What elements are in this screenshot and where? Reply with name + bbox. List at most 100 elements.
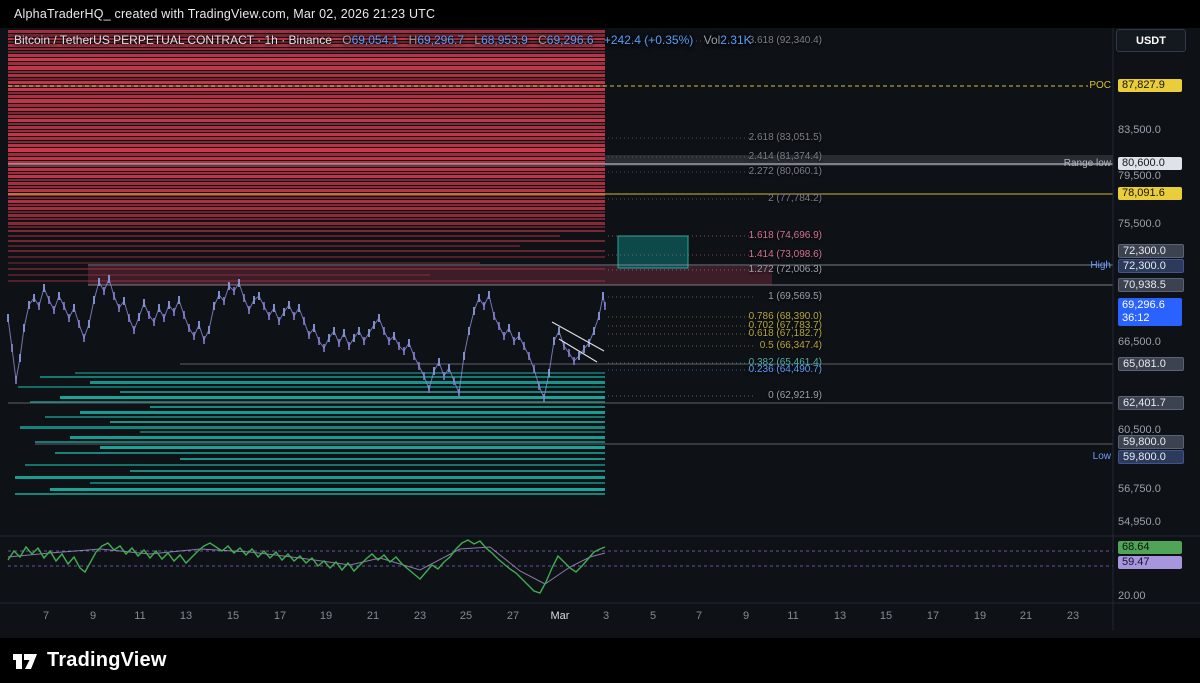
liquidity-bar-teal bbox=[18, 386, 605, 388]
liquidity-bar-red bbox=[8, 130, 605, 132]
time-axis-label: 17 bbox=[273, 610, 287, 622]
time-axis-label: 23 bbox=[413, 610, 427, 622]
liquidity-bar-red bbox=[8, 250, 605, 252]
price-tick-66500: 66,500.0 bbox=[1118, 336, 1174, 349]
liquidity-bar-red bbox=[8, 168, 605, 171]
level-72300-label: 72,300.0 bbox=[1118, 244, 1184, 258]
liquidity-bar-red bbox=[8, 214, 605, 217]
time-axis-label: 7 bbox=[695, 610, 703, 622]
liquidity-bar-red bbox=[8, 230, 605, 232]
liquidity-bar-red bbox=[8, 108, 605, 111]
fib-label: 1.272 (72,006.3) bbox=[748, 264, 822, 275]
level-70938-label: 70,938.5 bbox=[1118, 278, 1184, 292]
time-axis-label: 3 bbox=[602, 610, 610, 622]
tradingview-brand-text[interactable]: TradingView bbox=[47, 649, 167, 672]
liquidity-bar-red bbox=[8, 115, 605, 118]
time-axis-label: 7 bbox=[42, 610, 50, 622]
price-tick-56750: 56,750.0 bbox=[1118, 483, 1174, 496]
low-tag: Low bbox=[1092, 451, 1111, 462]
rsi-ma-value-label: 59.47 bbox=[1118, 556, 1182, 569]
liquidity-bar-red bbox=[8, 175, 605, 178]
close-label: C bbox=[538, 33, 547, 47]
liquidity-bar-red bbox=[8, 226, 605, 228]
time-axis-label: 13 bbox=[179, 610, 193, 622]
price-value: 69,296.6 36:12 bbox=[1118, 298, 1182, 326]
rsi-line bbox=[7, 539, 606, 594]
symbol-title[interactable]: Bitcoin / TetherUS PERPETUAL CONTRACT · … bbox=[14, 33, 332, 47]
rsi-ma-line bbox=[7, 546, 606, 585]
liquidity-bar-red bbox=[8, 204, 605, 206]
price-axis[interactable]: POC 87,827.9 83,500.0 Range low 80,600.0 79,5… bbox=[1064, 28, 1200, 630]
liquidity-bar-teal bbox=[140, 431, 605, 433]
open-value: 69,054.1 bbox=[351, 33, 399, 47]
time-axis-label: 19 bbox=[973, 610, 987, 622]
liquidity-bar-red bbox=[8, 78, 605, 80]
fib-label: 2.414 (81,374.4) bbox=[748, 151, 822, 162]
price-value: 59,800.0 bbox=[1118, 450, 1184, 464]
price-value: 70,938.5 bbox=[1118, 278, 1184, 292]
fib-label: 1.414 (73,098.6) bbox=[748, 249, 822, 260]
time-axis-label: 21 bbox=[366, 610, 380, 622]
volume-label: Vol bbox=[703, 33, 721, 47]
price-tick-54950: 54,950.0 bbox=[1118, 516, 1174, 529]
range-low-price-label: Range low 80,600.0 bbox=[1064, 157, 1182, 170]
liquidity-bar-red bbox=[8, 179, 605, 181]
price-tick-79500: 79,500.0 bbox=[1118, 170, 1174, 183]
liquidity-bar-teal bbox=[90, 482, 605, 484]
currency-toggle-button[interactable]: USDT bbox=[1116, 29, 1186, 52]
price-tick-83500: 83,500.0 bbox=[1118, 124, 1174, 137]
liquidity-bar-red bbox=[8, 141, 605, 143]
price-value: 62,401.7 bbox=[1118, 396, 1184, 410]
liquidity-bar-red bbox=[8, 62, 605, 65]
liquidity-bar-teal bbox=[25, 464, 605, 466]
liquidity-bar-teal bbox=[110, 421, 605, 423]
liquidity-bar-teal bbox=[45, 416, 605, 418]
liquidity-bar-teal bbox=[60, 396, 605, 399]
liquidity-bar-red bbox=[8, 74, 605, 77]
footer-bar: TradingView bbox=[0, 638, 1200, 683]
liquidity-bar-teal bbox=[130, 470, 605, 472]
price-value: 72,300.0 bbox=[1118, 259, 1184, 273]
price-value: 80,600.0 bbox=[1118, 157, 1182, 170]
liquidity-bar-red bbox=[8, 99, 605, 103]
high-tag: High bbox=[1090, 260, 1111, 271]
liquidity-bar-red bbox=[8, 200, 605, 203]
price-value: 20.00 bbox=[1118, 590, 1146, 602]
close-value: 69,296.6 bbox=[546, 33, 594, 47]
low-price-label: Low 59,800.0 bbox=[1093, 450, 1184, 464]
page-title: AlphaTraderHQ_ created with TradingView.… bbox=[14, 7, 436, 21]
tradingview-logo-icon[interactable] bbox=[12, 648, 38, 674]
liquidity-bar-red bbox=[8, 112, 605, 114]
liquidity-bar-red bbox=[8, 197, 605, 199]
price-value: 72,300.0 bbox=[1118, 244, 1184, 258]
fib-label: 0.5 (66,347.4) bbox=[759, 340, 822, 351]
liquidity-bar-teal bbox=[50, 488, 605, 491]
time-axis-label: 9 bbox=[742, 610, 750, 622]
liquidity-bar-teal bbox=[15, 493, 605, 495]
fib-label: 2.618 (83,051.5) bbox=[748, 132, 822, 143]
poc-price-label: POC 87,827.9 bbox=[1089, 79, 1182, 92]
price-value: 75,500.0 bbox=[1118, 218, 1161, 230]
liquidity-bar-red bbox=[8, 48, 605, 50]
time-axis-label: Mar bbox=[550, 610, 570, 622]
time-axis-label: 17 bbox=[926, 610, 940, 622]
liquidity-bar-red bbox=[8, 222, 605, 225]
high-price-label: High 72,300.0 bbox=[1090, 259, 1184, 273]
liquidity-bar-teal bbox=[90, 381, 605, 384]
liquidity-bar-red bbox=[8, 123, 605, 125]
price-value: 83,500.0 bbox=[1118, 124, 1161, 136]
liquidity-bar-teal bbox=[80, 411, 605, 414]
liquidity-bar-red bbox=[8, 95, 605, 98]
liquidity-bar-red bbox=[8, 211, 605, 213]
time-axis-label: 21 bbox=[1019, 610, 1033, 622]
price-value: 66,500.0 bbox=[1118, 336, 1161, 348]
level-59800-label: 59,800.0 bbox=[1118, 435, 1184, 449]
open-label: O bbox=[342, 33, 352, 47]
liquidity-bar-teal bbox=[75, 372, 605, 374]
liquidity-bar-red bbox=[8, 58, 605, 61]
change-value: +242.4 (+0.35%) bbox=[603, 33, 694, 47]
liquidity-bar-teal bbox=[15, 476, 605, 479]
time-axis-label: 11 bbox=[787, 610, 799, 622]
time-axis-label: 25 bbox=[459, 610, 473, 622]
chart-canvas[interactable] bbox=[0, 0, 1200, 683]
